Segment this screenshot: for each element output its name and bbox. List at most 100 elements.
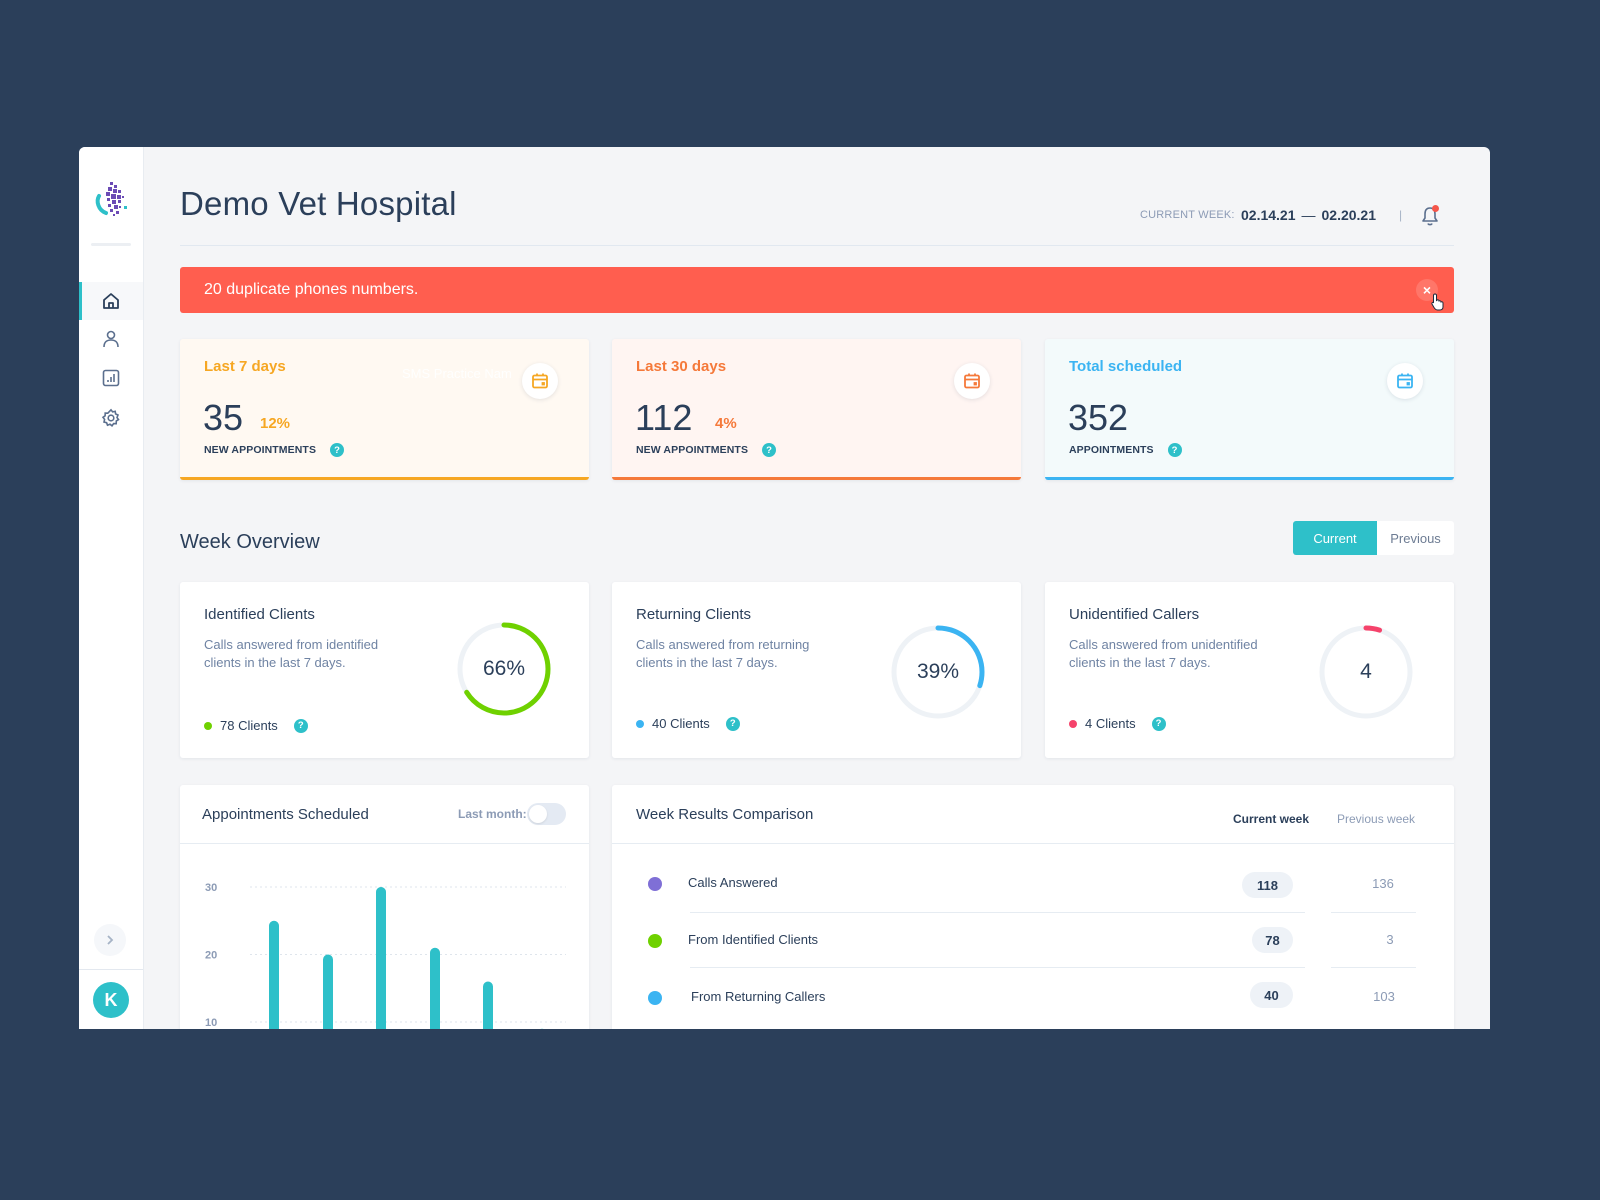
appointments-scheduled-panel: Appointments Scheduled Last month: 10 20 3… (180, 785, 589, 1029)
stat-card-total-scheduled: Total scheduled 352 APPOINTMENTS? (1045, 339, 1454, 480)
calendar-icon (1397, 373, 1413, 389)
bar-3 (376, 887, 386, 1029)
current-value: 40 (1250, 982, 1293, 1008)
sidebar-item-clients[interactable] (79, 320, 143, 358)
current-value: 78 (1252, 927, 1293, 953)
stat-title: Last 7 days (204, 358, 286, 375)
stat-accent-bar (180, 477, 589, 480)
week-dash: — (1301, 207, 1316, 223)
stat-card-last-30-days: Last 30 days 112 4% NEW APPOINTMENTS? (612, 339, 1021, 480)
stat-accent-bar (1045, 477, 1454, 480)
ring-label: 39% (916, 660, 960, 683)
week-toggle: Current Previous (1293, 521, 1454, 555)
column-previous-week[interactable]: Previous week (1337, 812, 1415, 826)
row-dot (648, 934, 662, 948)
sidebar-item-home[interactable] (79, 282, 143, 320)
sidebar-divider (79, 969, 143, 970)
avatar[interactable]: K (93, 982, 129, 1018)
stat-subtitle-row: APPOINTMENTS? (1069, 443, 1182, 457)
week-results-panel: Week Results Comparison Current week Pre… (612, 785, 1454, 1029)
previous-value: 103 (1373, 989, 1395, 1004)
stat-value: 352 (1068, 397, 1129, 438)
header-divider (180, 245, 1454, 246)
stat-card-last-7-days: SMS Practice Nam Last 7 days 35 12% NEW … (180, 339, 589, 480)
home-icon (103, 293, 119, 309)
bar-chart-icon (102, 369, 120, 387)
duplicate-phones-alert: 20 duplicate phones numbers. × (180, 267, 1454, 313)
sidebar-item-settings[interactable] (79, 399, 143, 437)
ghost-text: SMS Practice Nam (402, 366, 512, 381)
tab-current[interactable]: Current (1293, 521, 1377, 555)
chevron-right-icon (107, 935, 114, 945)
week-overview-title: Week Overview (180, 531, 320, 553)
card-title: Unidentified Callers (1069, 606, 1200, 623)
row-dot (648, 991, 662, 1005)
row-label: From Identified Clients (688, 932, 819, 947)
close-icon: × (1422, 282, 1432, 298)
ring-label: 66% (482, 657, 526, 680)
card-footer: 4 Clients? (1069, 716, 1166, 731)
tab-previous[interactable]: Previous (1377, 521, 1454, 555)
week-start: 02.14.21 (1241, 207, 1296, 223)
calendar-button[interactable] (1387, 363, 1423, 399)
card-title: Returning Clients (636, 606, 752, 623)
header-separator: | (1399, 208, 1403, 222)
y-tick-label: 10 (205, 1017, 217, 1029)
calendar-icon (532, 373, 548, 389)
clients-count: 78 Clients (220, 718, 278, 733)
legend-dot (204, 721, 212, 730)
help-icon[interactable]: ? (293, 718, 308, 733)
panel-title: Appointments Scheduled (202, 806, 369, 823)
help-icon[interactable]: ? (1167, 443, 1182, 457)
y-tick-label: 20 (205, 950, 217, 962)
logo-icon[interactable] (94, 180, 130, 218)
sidebar-item-reports[interactable] (79, 359, 143, 397)
stat-change: 12% (260, 415, 291, 432)
user-icon (103, 330, 119, 348)
table-row: From Returning Callers 40 103 (612, 967, 1454, 1023)
stat-change: 4% (715, 415, 737, 432)
ring-label: 4 (1360, 660, 1372, 683)
help-icon[interactable]: ? (330, 443, 345, 457)
calendar-icon (964, 373, 980, 389)
notifications-button[interactable] (1420, 205, 1440, 227)
help-icon[interactable]: ? (1151, 716, 1166, 731)
stat-subtitle: NEW APPOINTMENTS (636, 444, 749, 456)
week-range: 02.14.21 — 02.20.21 (1241, 207, 1376, 223)
row-dot (648, 877, 662, 891)
bar-2 (323, 954, 333, 1029)
card-title: Identified Clients (204, 606, 315, 623)
help-icon[interactable]: ? (762, 443, 777, 457)
previous-value: 3 (1386, 932, 1394, 947)
current-value: 118 (1242, 872, 1293, 898)
stat-accent-bar (612, 477, 1021, 480)
app-window: K Demo Vet Hospital CURRENT WEEK: 02.14.… (79, 147, 1490, 1029)
last-month-label: Last month: (458, 807, 527, 821)
calendar-button[interactable] (522, 363, 558, 399)
stat-subtitle: APPOINTMENTS (1069, 444, 1154, 456)
card-footer: 40 Clients? (636, 716, 740, 731)
stat-subtitle-row: NEW APPOINTMENTS? (636, 443, 777, 457)
table-row: Calls Answered 118 136 (612, 855, 1454, 911)
stat-title: Last 30 days (636, 358, 727, 375)
appointments-bar-chart: 10 20 30 (205, 882, 566, 1029)
alert-message: 20 duplicate phones numbers. (204, 281, 419, 298)
identified-clients-card: Identified Clients Calls answered from i… (180, 582, 589, 758)
column-current-week[interactable]: Current week (1233, 812, 1309, 826)
bar-1 (269, 920, 279, 1029)
sidebar-expand-button[interactable] (94, 924, 126, 956)
logo-divider (91, 243, 131, 246)
page-title: Demo Vet Hospital (180, 185, 457, 222)
bar-4 (430, 947, 440, 1029)
help-icon[interactable]: ? (725, 716, 740, 731)
stat-subtitle: NEW APPOINTMENTS (204, 444, 317, 456)
bar-5 (483, 981, 493, 1029)
sidebar: K (79, 147, 144, 1029)
panel-title: Week Results Comparison (636, 806, 814, 823)
row-label: Calls Answered (688, 875, 778, 890)
pointer-cursor-icon (1431, 293, 1444, 311)
unidentified-callers-card: Unidentified Callers Calls answered from… (1045, 582, 1454, 758)
last-month-toggle[interactable] (527, 803, 566, 825)
calendar-button[interactable] (954, 363, 990, 399)
stat-value: 112 (635, 397, 693, 438)
